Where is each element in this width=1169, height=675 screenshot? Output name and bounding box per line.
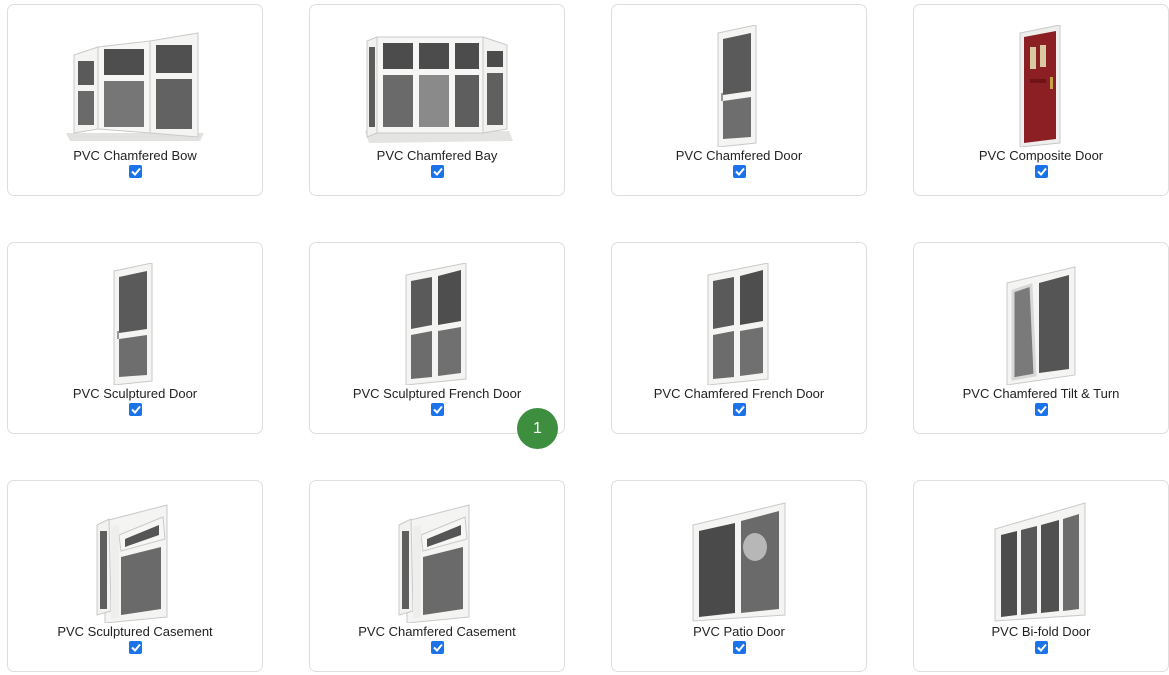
french-door-icon	[310, 259, 564, 385]
casement-window-icon	[8, 497, 262, 623]
product-label: PVC Bi-fold Door	[991, 624, 1091, 639]
product-label: PVC Chamfered Casement	[358, 624, 516, 639]
product-card[interactable]: PVC Sculptured French Door	[309, 242, 565, 434]
product-card[interactable]: PVC Sculptured Casement	[7, 480, 263, 672]
product-grid: PVC Chamfered Bow PVC Chamfered Bay PVC …	[7, 4, 1169, 672]
casement-window-icon	[310, 497, 564, 623]
product-checkbox[interactable]	[1035, 641, 1048, 654]
step-badge: 1	[517, 408, 558, 449]
bay-window-icon	[310, 21, 564, 147]
product-label: PVC Sculptured Door	[72, 386, 198, 401]
product-label: PVC Chamfered Bow	[73, 148, 197, 163]
door-icon	[612, 21, 866, 147]
product-label: PVC Composite Door	[978, 148, 1104, 163]
door-icon	[8, 259, 262, 385]
product-label: PVC Chamfered French Door	[653, 386, 825, 401]
product-checkbox[interactable]	[431, 403, 444, 416]
product-card[interactable]: PVC Chamfered French Door	[611, 242, 867, 434]
patio-door-icon	[612, 497, 866, 623]
product-card[interactable]: PVC Chamfered Tilt & Turn	[913, 242, 1169, 434]
product-label: PVC Chamfered Bay	[376, 148, 498, 163]
product-card[interactable]: PVC Chamfered Casement	[309, 480, 565, 672]
product-label: PVC Sculptured Casement	[57, 624, 213, 639]
product-card[interactable]: PVC Chamfered Bow	[7, 4, 263, 196]
composite-door-icon	[914, 21, 1168, 147]
product-checkbox[interactable]	[733, 165, 746, 178]
product-label: PVC Sculptured French Door	[352, 386, 522, 401]
product-label: PVC Patio Door	[693, 624, 785, 639]
product-checkbox[interactable]	[733, 641, 746, 654]
product-checkbox[interactable]	[129, 641, 142, 654]
product-card[interactable]: PVC Composite Door	[913, 4, 1169, 196]
product-checkbox[interactable]	[1035, 403, 1048, 416]
product-card[interactable]: PVC Chamfered Bay	[309, 4, 565, 196]
product-card[interactable]: PVC Chamfered Door	[611, 4, 867, 196]
product-checkbox[interactable]	[733, 403, 746, 416]
product-card[interactable]: PVC Patio Door	[611, 480, 867, 672]
product-label: PVC Chamfered Tilt & Turn	[962, 386, 1120, 401]
product-label: PVC Chamfered Door	[675, 148, 803, 163]
bow-window-icon	[8, 21, 262, 147]
product-card[interactable]: PVC Bi-fold Door	[913, 480, 1169, 672]
product-checkbox[interactable]	[1035, 165, 1048, 178]
product-checkbox[interactable]	[431, 165, 444, 178]
tilt-turn-window-icon	[914, 259, 1168, 385]
product-checkbox[interactable]	[129, 165, 142, 178]
product-checkbox[interactable]	[431, 641, 444, 654]
french-door-icon	[612, 259, 866, 385]
product-card[interactable]: PVC Sculptured Door	[7, 242, 263, 434]
product-checkbox[interactable]	[129, 403, 142, 416]
bifold-door-icon	[914, 497, 1168, 623]
